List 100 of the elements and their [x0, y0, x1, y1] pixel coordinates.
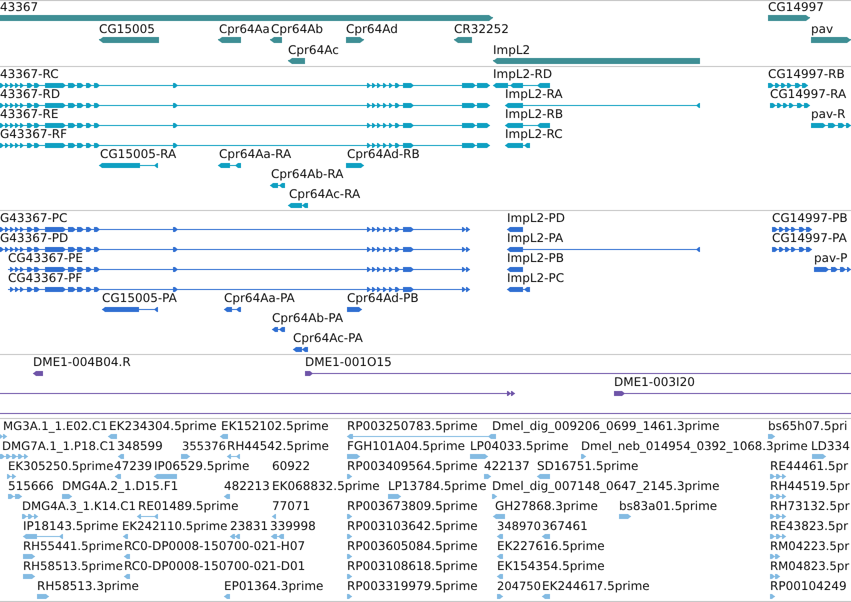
feature-label: RP00104249 — [770, 580, 847, 592]
feature-label: ImpL2-PB — [507, 252, 564, 265]
feature-label: 422137 — [484, 460, 530, 472]
feature-label: ImpL2-PC — [507, 272, 564, 285]
feature-label: RP003108618.5prime — [347, 560, 478, 572]
feature-label: DMG7A.1_1.P18.C1 — [2, 440, 116, 452]
feature-label: EK305250.5prime — [8, 460, 114, 472]
feature-label: Cpr64Ad — [346, 23, 398, 36]
feature-label: RE44461.5pr — [770, 460, 848, 472]
feature-label: Cpr64Aa-RA — [219, 148, 292, 160]
feature-label: ImpL2-PD — [507, 212, 565, 225]
feature-label: G43367-PC — [0, 212, 68, 225]
feature-label: ImpL2-RD — [493, 68, 552, 80]
feature-label: Dmel_dig_007148_0647_2145.3prime — [492, 480, 720, 492]
feature-label: RM04823.5pr — [770, 560, 850, 572]
feature-label: pav — [811, 23, 834, 36]
feature-label: EK154354.5prime — [497, 560, 605, 572]
feature-label: CG43367-PE — [8, 252, 83, 265]
feature-label: CG15005-PA — [102, 292, 177, 305]
feature-label: EK234304.5prime — [109, 420, 217, 432]
feature-label: RP003319979.5prime — [347, 580, 478, 592]
feature-label: Dmel_neb_014954_0392_1068.3prime — [581, 440, 808, 452]
feature-label: ImpL2-PA — [507, 232, 564, 245]
feature-label: DME1-001O15 — [305, 356, 392, 369]
feature-label: CG14997-RB — [768, 68, 845, 80]
feature-label: EK068832.5prime — [272, 480, 380, 492]
feature-label: 43367-RD — [0, 88, 60, 100]
feature-label: CG14997-PA — [772, 232, 847, 245]
feature-label: CR32252 — [454, 23, 509, 36]
feature-label: RH55441.5prime — [23, 540, 123, 552]
feature-label: RH58513.3prime — [37, 580, 139, 592]
feature-label: RP003103642.5prime — [347, 520, 478, 532]
feature-label: Cpr64Aa — [219, 23, 270, 36]
feature-label: RH58513.5prime — [23, 560, 123, 572]
feature-label: RH44542.5prime — [227, 440, 329, 452]
feature-label: CG15005 — [99, 23, 155, 36]
feature-label: ImpL2-RC — [505, 128, 563, 140]
feature-label: ImpL2-RB — [505, 108, 564, 120]
feature-label: Dmel_dig_009206_0699_1461.3prime — [492, 420, 720, 432]
feature-label: RE43823.5pr — [770, 520, 848, 532]
feature-label: 348599 — [117, 440, 163, 452]
feature-label: Cpr64Ac-PA — [293, 332, 363, 345]
feature-label: 355376 — [182, 440, 226, 452]
feature-label: Cpr64Ab — [271, 23, 324, 36]
feature-label: RP003409564.5prime — [347, 460, 478, 472]
feature-label: G43367-PD — [0, 232, 68, 245]
feature-label: 43367 — [0, 1, 38, 14]
feature-label: Cpr64Ad-PB — [347, 292, 419, 305]
feature-label: DME1-003I20 — [614, 376, 695, 389]
feature-label: DMG4A.3_1.K14.C1 — [22, 500, 136, 512]
feature-label: 60922 — [272, 460, 310, 472]
feature-label: RP003673809.5prime — [347, 500, 478, 512]
feature-label: EP01364.3prime — [224, 580, 324, 592]
feature-label: FGH101A04.5prime — [347, 440, 466, 452]
feature-label: CG14997 — [768, 1, 824, 14]
feature-label: CG15005-RA — [100, 148, 176, 160]
feature-label: pav-P — [814, 252, 848, 265]
feature-label: EK244617.5prime — [542, 580, 650, 592]
feature-label: Cpr64Ab-RA — [271, 168, 344, 180]
feature-label: RE01489.5prime — [138, 500, 238, 512]
feature-label: LP04033.5prime — [470, 440, 569, 452]
feature-label: EK227616.5prime — [497, 540, 605, 552]
feature-label: RM04223.5pr — [770, 540, 850, 552]
feature-label: LD334 — [811, 440, 850, 452]
feature-label: CG14997-RA — [770, 88, 846, 100]
feature-label: pav-R — [811, 108, 846, 120]
feature-label: SD16751.5prime — [537, 460, 638, 472]
feature-label: 367461 — [542, 520, 588, 532]
feature-label: CG14997-PB — [772, 212, 848, 225]
feature-label: RH73132.5pr — [770, 500, 850, 512]
feature-label: 77071 — [272, 500, 310, 512]
feature-label: LP13784.5prime — [388, 480, 487, 492]
feature-label: EK242110.5prime — [122, 520, 228, 532]
feature-label: DME1-004B04.R — [33, 356, 131, 369]
feature-label: RC0-DP0008-150700-021-D01 — [124, 560, 306, 572]
feature-label: RP003605084.5prime — [347, 540, 478, 552]
feature-label: 43367-RC — [0, 68, 59, 80]
feature-label: bs65h07.5pri — [768, 420, 848, 432]
feature-label: 482213 — [224, 480, 270, 492]
feature-label: Cpr64Aa-PA — [224, 292, 295, 305]
feature-label: RP003250783.5prime — [347, 420, 478, 432]
feature-label: EK152102.5prime — [221, 420, 329, 432]
feature-label: IP06529.5prime — [154, 460, 250, 472]
feature-label: 515666 — [8, 480, 54, 492]
feature-label: G43367-RF — [0, 128, 68, 140]
feature-label: ImpL2 — [493, 44, 530, 57]
feature-label: 339998 — [270, 520, 316, 532]
feature-label: ImpL2-RA — [505, 88, 563, 100]
feature-label: DMG4A.2_1.D15.F1 — [62, 480, 178, 492]
feature-label: 204750 — [497, 580, 541, 592]
feature-label: IP18143.5prime — [23, 520, 118, 532]
feature-label: 47239 — [114, 460, 152, 472]
feature-label: 23831 — [230, 520, 268, 532]
feature-label: MG3A.1_1.E02.C1 — [3, 420, 108, 432]
feature-label: Cpr64Ac-RA — [289, 188, 360, 200]
feature-label: Cpr64Ad-RB — [347, 148, 420, 160]
feature-label: GH27868.3prime — [495, 500, 598, 512]
feature-label: RC0-DP0008-150700-021-H07 — [124, 540, 306, 552]
feature-label: 348970 — [497, 520, 541, 532]
feature-label: RH44519.5pr — [770, 480, 850, 492]
